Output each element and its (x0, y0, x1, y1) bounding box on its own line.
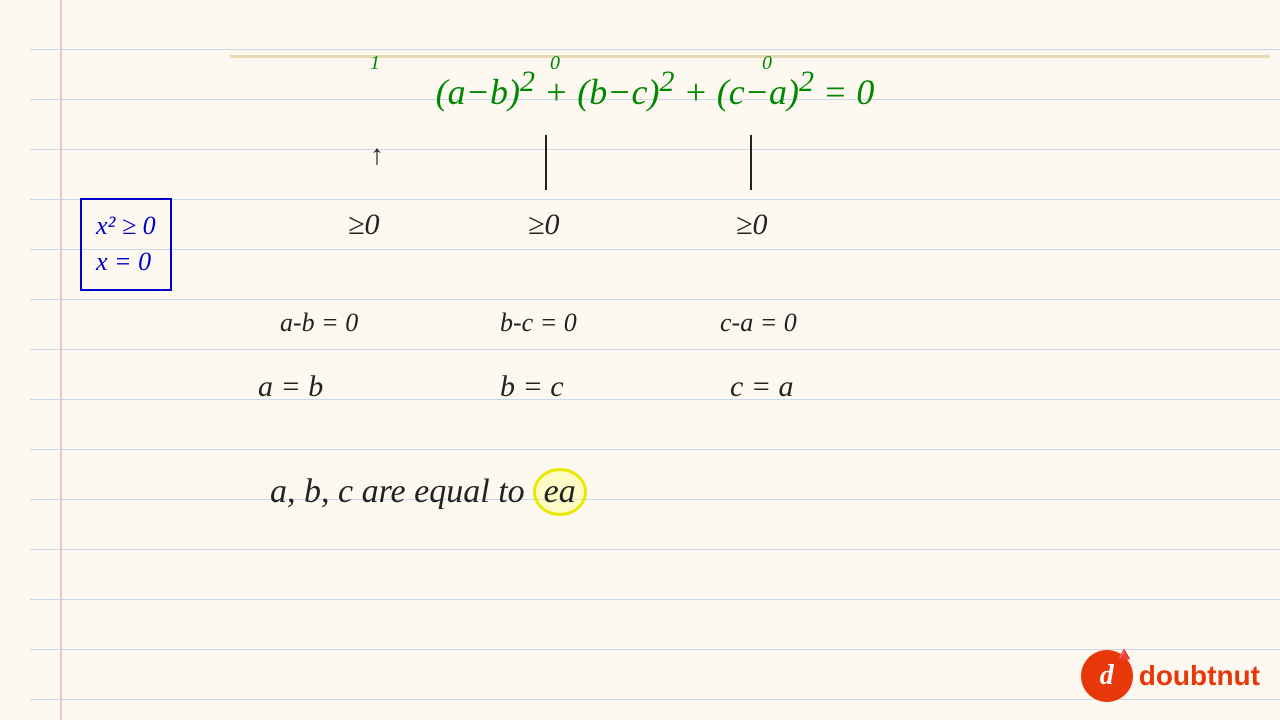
box-line2: x = 0 (96, 244, 156, 280)
logo-text: doubtnut (1139, 660, 1260, 692)
geq-label-3: ≥0 (736, 208, 767, 242)
final-highlight: ea (533, 468, 587, 516)
doubtnut-logo: 🔺 doubtnut (1081, 650, 1260, 702)
eq1-a: a-b = 0 (280, 308, 358, 338)
x-squared-box: x² ≥ 0 x = 0 (80, 198, 172, 291)
geq-label-1: ≥0 (348, 208, 379, 242)
eq2-a: a = b (258, 370, 323, 404)
vert-line-2 (750, 135, 752, 190)
geq-label-2: ≥0 (528, 208, 559, 242)
arrow-up: ↑ (370, 140, 384, 172)
eq1-b: b-c = 0 (500, 308, 577, 338)
final-text: a, b, c are equal to (270, 473, 525, 511)
logo-arrow: 🔺 (1112, 642, 1137, 667)
top-bar (230, 55, 1270, 58)
main-content: 1 0 0 (a−b)2 + (b−c)2 + (c−a)2 = 0 ↑ x² … (30, 0, 1280, 720)
final-statement: a, b, c are equal to ea (270, 468, 587, 516)
box-line1: x² ≥ 0 (96, 208, 156, 244)
logo-icon: 🔺 (1081, 650, 1133, 702)
vert-line-1 (545, 135, 547, 190)
eq2-c: c = a (730, 370, 794, 404)
main-equation: (a−b)2 + (b−c)2 + (c−a)2 = 0 (30, 65, 1280, 113)
eq2-b: b = c (500, 370, 564, 404)
eq1-c: c-a = 0 (720, 308, 797, 338)
